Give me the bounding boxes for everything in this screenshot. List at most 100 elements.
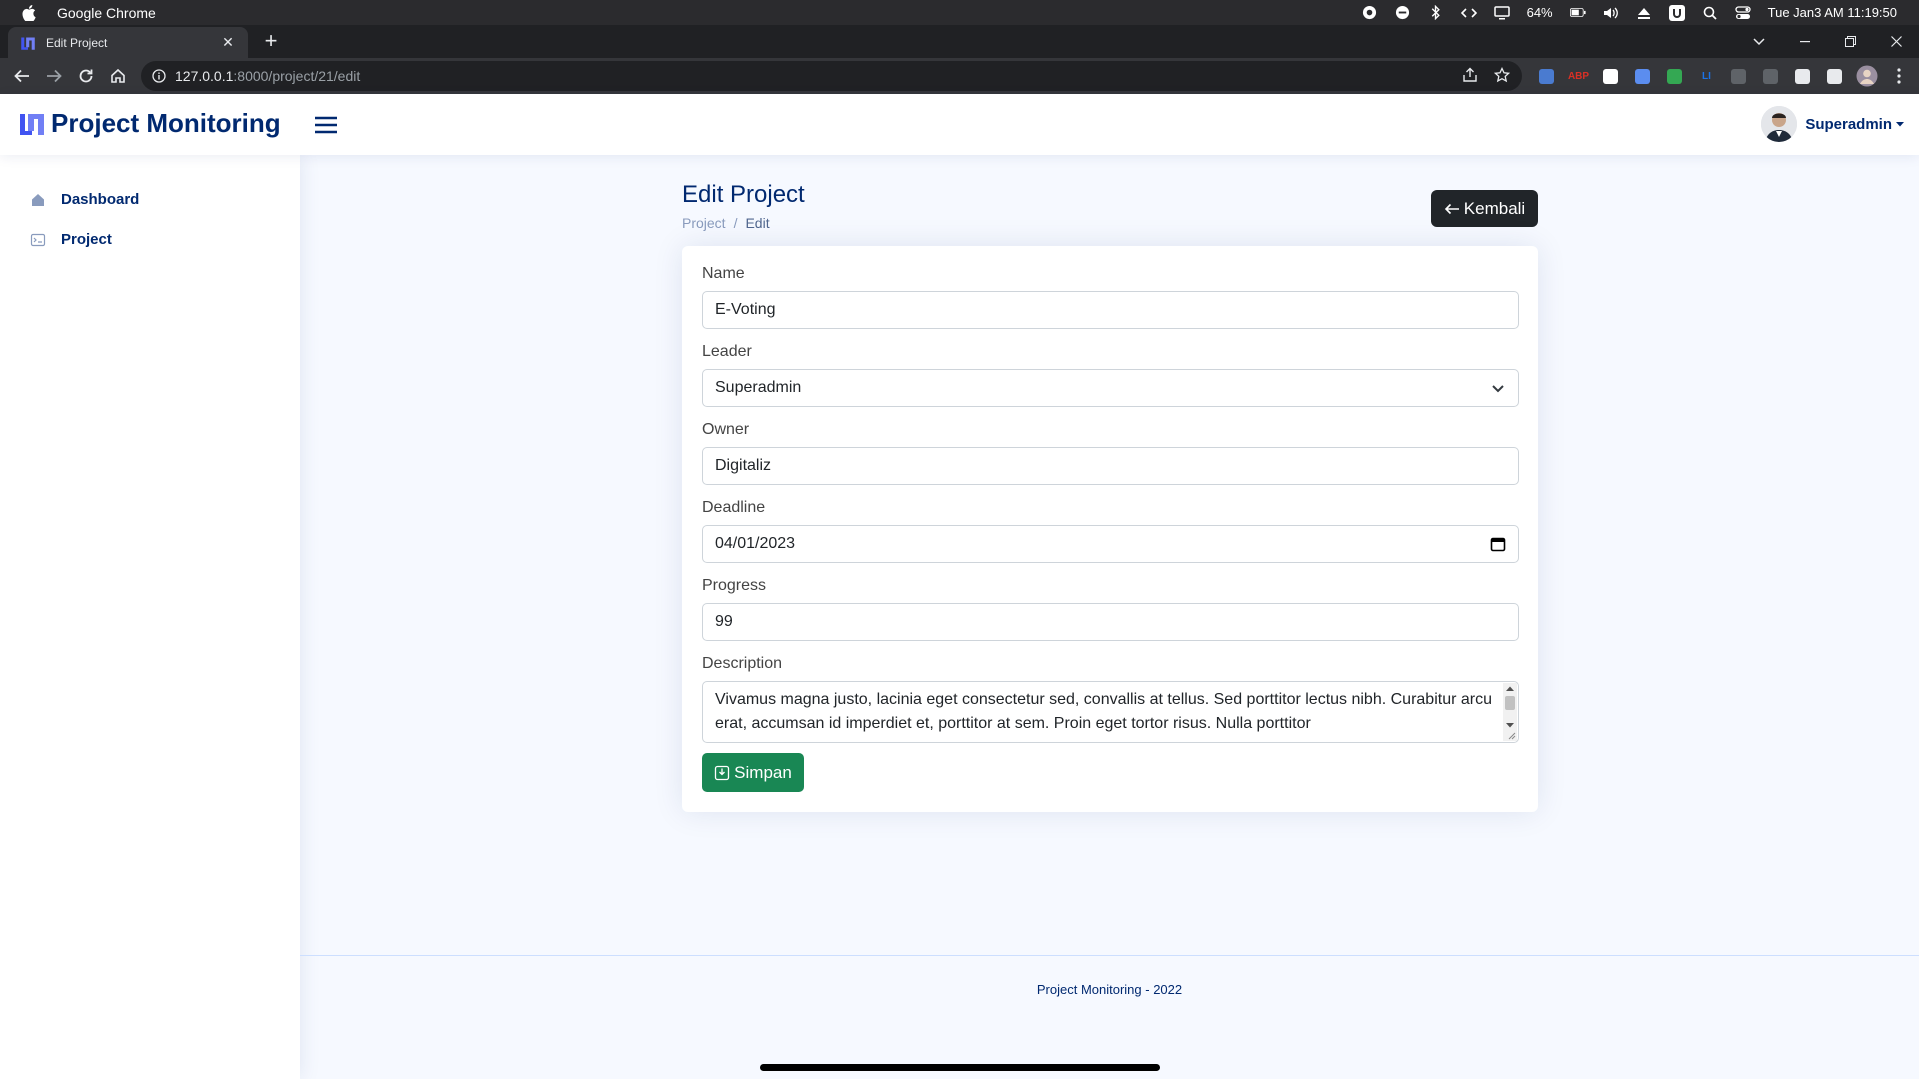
arrow-left-icon bbox=[1444, 203, 1459, 214]
user-name: Superadmin bbox=[1805, 115, 1892, 133]
owner-value: Digitaliz bbox=[715, 457, 772, 474]
progress-label: Progress bbox=[702, 577, 767, 594]
os-menubar: Google Chrome 64% Tue Jan3 AM 11:19:50 bbox=[0, 0, 1919, 25]
progress-value: 99 bbox=[715, 613, 733, 630]
code-icon[interactable] bbox=[1460, 5, 1477, 21]
url-host: 127.0.0.1 bbox=[175, 68, 234, 84]
home-icon[interactable] bbox=[106, 64, 130, 88]
description-textarea[interactable]: Vivamus magna justo, lacinia eget consec… bbox=[702, 681, 1519, 743]
close-window-icon[interactable] bbox=[1879, 25, 1913, 58]
breadcrumb-separator: / bbox=[733, 215, 738, 231]
breadcrumb-link-project[interactable]: Project bbox=[682, 215, 726, 231]
new-tab-icon[interactable]: + bbox=[260, 30, 282, 53]
page-title-block: Edit Project Project / Edit bbox=[682, 181, 805, 231]
calendar-icon[interactable] bbox=[1490, 536, 1506, 552]
owner-input[interactable]: Digitaliz bbox=[702, 447, 1519, 485]
puzzle-icon[interactable] bbox=[1791, 65, 1814, 88]
forward-arrow-icon[interactable] bbox=[42, 64, 66, 88]
brand-name: Project Monitoring bbox=[51, 108, 281, 138]
eject-icon[interactable] bbox=[1636, 5, 1652, 21]
leader-selected-value: Superadmin bbox=[715, 379, 802, 396]
li-extension-icon[interactable]: LI bbox=[1695, 65, 1718, 88]
leader-label: Leader bbox=[702, 343, 752, 360]
bluetooth-icon[interactable] bbox=[1428, 5, 1444, 21]
display-icon[interactable] bbox=[1493, 5, 1510, 21]
user-menu-toggle[interactable]: Superadmin bbox=[1761, 106, 1904, 142]
save-button-label: Simpan bbox=[734, 762, 792, 782]
browser-toolbar: 127.0.0.1:8000/project/21/edit ABP LI bbox=[0, 58, 1919, 94]
minimize-window-icon[interactable] bbox=[1788, 25, 1822, 58]
progress-group: Progress 99 bbox=[702, 576, 1519, 641]
back-button[interactable]: Kembali bbox=[1431, 190, 1538, 227]
sidebar-item-label: Dashboard bbox=[61, 191, 140, 208]
progress-input[interactable]: 99 bbox=[702, 603, 1519, 641]
scrollbar-thumb[interactable] bbox=[1505, 696, 1515, 710]
scroll-down-icon[interactable] bbox=[1506, 721, 1514, 729]
reload-icon[interactable] bbox=[74, 64, 98, 88]
name-input[interactable]: E-Voting bbox=[702, 291, 1519, 329]
control-center-icon[interactable] bbox=[1734, 5, 1751, 21]
restore-window-icon[interactable] bbox=[1833, 25, 1867, 58]
sidebar-toggle-icon[interactable] bbox=[313, 112, 339, 138]
document-icon bbox=[30, 233, 46, 246]
recycle-extension-icon[interactable] bbox=[1759, 65, 1782, 88]
share-icon[interactable] bbox=[1462, 67, 1478, 86]
main-content: Edit Project Project / Edit Kembali Name… bbox=[300, 155, 1919, 1079]
translate-icon[interactable] bbox=[1535, 65, 1558, 88]
address-bar[interactable]: 127.0.0.1:8000/project/21/edit bbox=[141, 61, 1522, 91]
menu-extra-icon[interactable] bbox=[1395, 5, 1411, 21]
scroll-up-icon[interactable] bbox=[1506, 685, 1514, 693]
breadcrumb: Project / Edit bbox=[682, 215, 805, 231]
sidebar-item-dashboard[interactable]: Dashboard bbox=[30, 191, 139, 208]
profile-avatar-icon[interactable] bbox=[1855, 65, 1878, 88]
name-value: E-Voting bbox=[715, 301, 776, 318]
deadline-date-input[interactable]: 04/01/2023 bbox=[702, 525, 1519, 563]
screen-capture-icon[interactable] bbox=[1631, 65, 1654, 88]
circle-extension-icon[interactable] bbox=[1599, 65, 1622, 88]
clock[interactable]: Tue Jan3 AM 11:19:50 bbox=[1768, 5, 1897, 20]
u-app-icon[interactable] bbox=[1668, 4, 1685, 21]
back-arrow-icon[interactable] bbox=[10, 64, 34, 88]
disabled-extension-icon[interactable] bbox=[1727, 65, 1750, 88]
brand-logo-link[interactable]: Project Monitoring bbox=[19, 108, 281, 139]
cloud-status-icon[interactable] bbox=[1362, 5, 1378, 21]
extensions-area: ABP LI bbox=[1535, 64, 1910, 88]
status-area: 64% Tue Jan3 AM 11:19:50 bbox=[1362, 0, 1897, 25]
edit-project-form: Name E-Voting Leader Superadmin Owner Di… bbox=[682, 246, 1538, 812]
page-title: Edit Project bbox=[682, 181, 805, 208]
battery-icon[interactable] bbox=[1569, 5, 1586, 21]
bookmark-star-icon[interactable] bbox=[1493, 66, 1511, 86]
home-indicator bbox=[760, 1064, 1160, 1071]
tab-title: Edit Project bbox=[46, 35, 108, 50]
chevron-down-icon bbox=[1492, 385, 1504, 393]
sidepanel-icon[interactable] bbox=[1823, 65, 1846, 88]
site-favicon-icon bbox=[20, 35, 36, 51]
sidebar-item-label: Project bbox=[61, 231, 112, 248]
save-button[interactable]: Simpan bbox=[702, 753, 804, 792]
volume-icon[interactable] bbox=[1603, 5, 1619, 21]
tab-search-icon[interactable] bbox=[1742, 25, 1776, 58]
grid-icon bbox=[32, 193, 44, 206]
resize-handle-icon[interactable] bbox=[1508, 732, 1516, 740]
leader-select[interactable]: Superadmin bbox=[702, 369, 1519, 407]
battery-percentage: 64% bbox=[1526, 5, 1553, 20]
description-label: Description bbox=[702, 655, 783, 672]
leader-group: Leader Superadmin bbox=[702, 342, 1519, 407]
color-picker-icon[interactable] bbox=[1663, 65, 1686, 88]
app-header: Project Monitoring Superadmin bbox=[0, 94, 1919, 155]
active-app-name[interactable]: Google Chrome bbox=[57, 5, 156, 21]
browser-tab-active[interactable]: Edit Project ✕ bbox=[8, 27, 248, 58]
browser-menu-icon[interactable] bbox=[1887, 65, 1910, 88]
url-path: :8000/project/21/edit bbox=[233, 68, 361, 84]
save-icon bbox=[715, 765, 730, 780]
spotlight-search-icon[interactable] bbox=[1702, 5, 1718, 21]
close-tab-icon[interactable]: ✕ bbox=[220, 34, 236, 51]
adblock-icon[interactable]: ABP bbox=[1567, 65, 1590, 88]
name-label: Name bbox=[702, 265, 745, 282]
apple-icon[interactable] bbox=[21, 4, 37, 21]
footer-copyright: Project Monitoring - 2022 bbox=[1036, 982, 1183, 997]
deadline-value: 04/01/2023 bbox=[715, 535, 796, 552]
owner-label: Owner bbox=[702, 421, 750, 438]
sidebar-item-project[interactable]: Project bbox=[30, 231, 112, 248]
site-info-icon[interactable] bbox=[151, 68, 167, 84]
